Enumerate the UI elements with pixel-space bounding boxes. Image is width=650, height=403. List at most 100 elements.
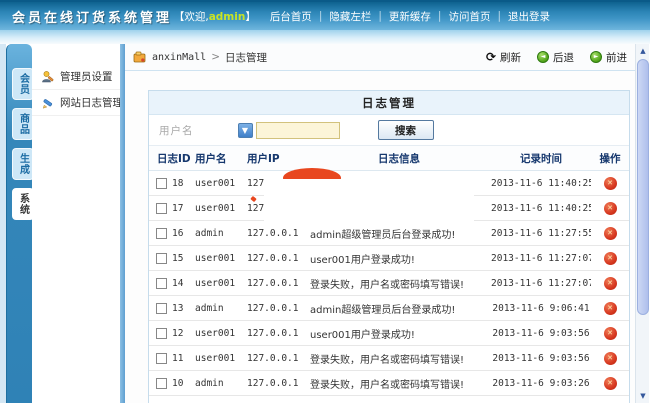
welcome-username: admin: [209, 11, 246, 23]
search-button[interactable]: 搜索: [378, 120, 434, 140]
log-record-time: 2013-11-6 9:03:56: [491, 353, 591, 364]
nav-link-backend-home[interactable]: 后台首页: [270, 9, 312, 24]
log-record-time: 2013-11-6 9:03:26: [491, 378, 591, 389]
site-log-pencil-icon: [41, 96, 55, 110]
log-ip: 127.0.0.1: [247, 278, 307, 289]
log-id: 13: [172, 303, 183, 314]
log-record-time: 2013-11-6 11:27:55: [491, 228, 591, 239]
log-username: user001: [195, 178, 247, 189]
menu-item-admin-settings[interactable]: 管理员设置: [32, 64, 120, 90]
nav-separator: |: [497, 10, 501, 22]
log-ip: 127.0.0.1: [247, 228, 307, 239]
log-ip: 127.0.0.1: [247, 328, 307, 339]
table-row: 14 user001 127.0.0.1 登录失败，用户名或密码填写错误! 20…: [149, 271, 629, 296]
breadcrumb-separator: >: [211, 51, 220, 63]
delete-icon[interactable]: ✕: [604, 227, 617, 240]
delete-icon[interactable]: ✕: [604, 277, 617, 290]
log-message: admin超级管理员后台登录成功!: [307, 226, 491, 241]
row-checkbox[interactable]: [156, 328, 167, 339]
refresh-icon: ⟳: [486, 52, 496, 62]
top-nav: 【欢迎,admin】 后台首页 | 隐藏左栏 | 更新缓存 | 访问首页 | 退…: [174, 9, 650, 24]
nav-link-hide-sidebar[interactable]: 隐藏左栏: [329, 9, 371, 24]
header-fade-strip: [0, 30, 650, 44]
breadcrumb-site[interactable]: anxinMall: [152, 52, 206, 63]
nav-link-update-cache[interactable]: 更新缓存: [389, 9, 431, 24]
log-record-time: 2013-11-6 11:27:07: [491, 278, 591, 289]
breadcrumb: anxinMall > 日志管理: [133, 50, 267, 65]
log-username: admin: [195, 303, 247, 314]
log-record-time: 2013-11-6 9:03:56: [491, 328, 591, 339]
back-icon: ◄: [537, 51, 549, 63]
nav-separator: |: [378, 10, 382, 22]
nav-separator: |: [319, 10, 323, 22]
search-input[interactable]: [256, 122, 340, 139]
sidebar-menu-panel: 管理员设置 网站日志管理: [32, 44, 120, 403]
log-username: user001: [195, 203, 247, 214]
col-header-username: 用户名: [195, 151, 247, 166]
log-message: 登录失败，用户名或密码填写错误!: [307, 376, 491, 391]
nav-link-logout[interactable]: 退出登录: [508, 9, 550, 24]
row-checkbox[interactable]: [156, 378, 167, 389]
table-row: 13 admin 127.0.0.1 admin超级管理员后台登录成功! 201…: [149, 296, 629, 321]
row-checkbox[interactable]: [156, 253, 167, 264]
log-ip: 127.0.0.1: [247, 378, 307, 389]
forward-icon: ►: [590, 51, 602, 63]
row-checkbox[interactable]: [156, 228, 167, 239]
sidebar-tab-system[interactable]: 系统: [12, 188, 34, 220]
log-record-time: 2013-11-6 11:27:07: [491, 253, 591, 264]
top-bar: 会员在线订货系统管理 【欢迎,admin】 后台首页 | 隐藏左栏 | 更新缓存…: [0, 0, 650, 30]
scroll-down-arrow-icon[interactable]: ▼: [637, 390, 649, 402]
sidebar-tab-members[interactable]: 会员: [12, 68, 34, 100]
row-checkbox[interactable]: [156, 178, 167, 189]
breadcrumb-page: 日志管理: [225, 50, 267, 65]
row-checkbox[interactable]: [156, 203, 167, 214]
delete-icon[interactable]: ✕: [604, 377, 617, 390]
log-id: 12: [172, 328, 183, 339]
home-icon: [133, 51, 147, 64]
delete-icon[interactable]: ✕: [604, 302, 617, 315]
delete-icon[interactable]: ✕: [604, 202, 617, 215]
log-username: user001: [195, 253, 247, 264]
log-id: 11: [172, 353, 183, 364]
row-checkbox[interactable]: [156, 353, 167, 364]
log-message: user001用户登录成功!: [307, 326, 491, 341]
row-checkbox[interactable]: [156, 303, 167, 314]
app-title: 会员在线订货系统管理: [12, 7, 172, 26]
scroll-up-arrow-icon[interactable]: ▲: [637, 45, 649, 57]
col-header-log-info: 日志信息: [307, 151, 491, 166]
log-message: 登录失败，用户名或密码填写错误!: [307, 276, 491, 291]
log-id: 17: [172, 203, 183, 214]
log-management-panel: 日志管理 用户名 ▼ 搜索 日志ID 用户名 用户IP 日志信息 记录时间 操作…: [148, 90, 630, 403]
table-row: 12 user001 127.0.0.1 user001用户登录成功! 2013…: [149, 321, 629, 346]
menu-item-site-log-management[interactable]: 网站日志管理: [32, 90, 120, 116]
sidebar-tab-generate[interactable]: 生成: [12, 148, 34, 180]
row-checkbox[interactable]: [156, 278, 167, 289]
refresh-button[interactable]: ⟳ 刷新: [486, 50, 521, 65]
delete-icon[interactable]: ✕: [604, 352, 617, 365]
log-ip: 127.0.0.1: [247, 303, 307, 314]
log-record-time: 2013-11-6 11:40:25: [491, 203, 591, 214]
table-row: 10 admin 127.0.0.1 登录失败，用户名或密码填写错误! 2013…: [149, 371, 629, 396]
nav-link-visit-site[interactable]: 访问首页: [448, 9, 490, 24]
table-row: 11 user001 127.0.0.1 登录失败，用户名或密码填写错误! 20…: [149, 346, 629, 371]
log-id: 16: [172, 228, 183, 239]
delete-icon[interactable]: ✕: [604, 327, 617, 340]
scrollbar-thumb[interactable]: [637, 59, 649, 315]
field-dropdown-button[interactable]: ▼: [238, 123, 253, 138]
search-row: 用户名 ▼ 搜索: [149, 115, 629, 146]
log-record-time: 2013-11-6 9:06:41: [491, 303, 591, 314]
vertical-scrollbar[interactable]: ▲ ▼: [635, 44, 649, 403]
delete-icon[interactable]: ✕: [604, 252, 617, 265]
table-row: 15 user001 127.0.0.1 user001用户登录成功! 2013…: [149, 246, 629, 271]
back-button[interactable]: ◄ 后退: [537, 50, 574, 65]
log-id: 15: [172, 253, 183, 264]
forward-button[interactable]: ► 前进: [590, 50, 627, 65]
app-window: 会员在线订货系统管理 【欢迎,admin】 后台首页 | 隐藏左栏 | 更新缓存…: [0, 0, 650, 403]
col-header-operation: 操作: [591, 151, 629, 166]
sidebar-tab-products[interactable]: 商品: [12, 108, 34, 140]
log-record-time: 2013-11-6 11:40:25: [491, 178, 591, 189]
delete-icon[interactable]: ✕: [604, 177, 617, 190]
log-username: user001: [195, 353, 247, 364]
log-message: admin超级管理员后台登录成功!: [307, 301, 491, 316]
table-header-row: 日志ID 用户名 用户IP 日志信息 记录时间 操作: [149, 146, 629, 171]
